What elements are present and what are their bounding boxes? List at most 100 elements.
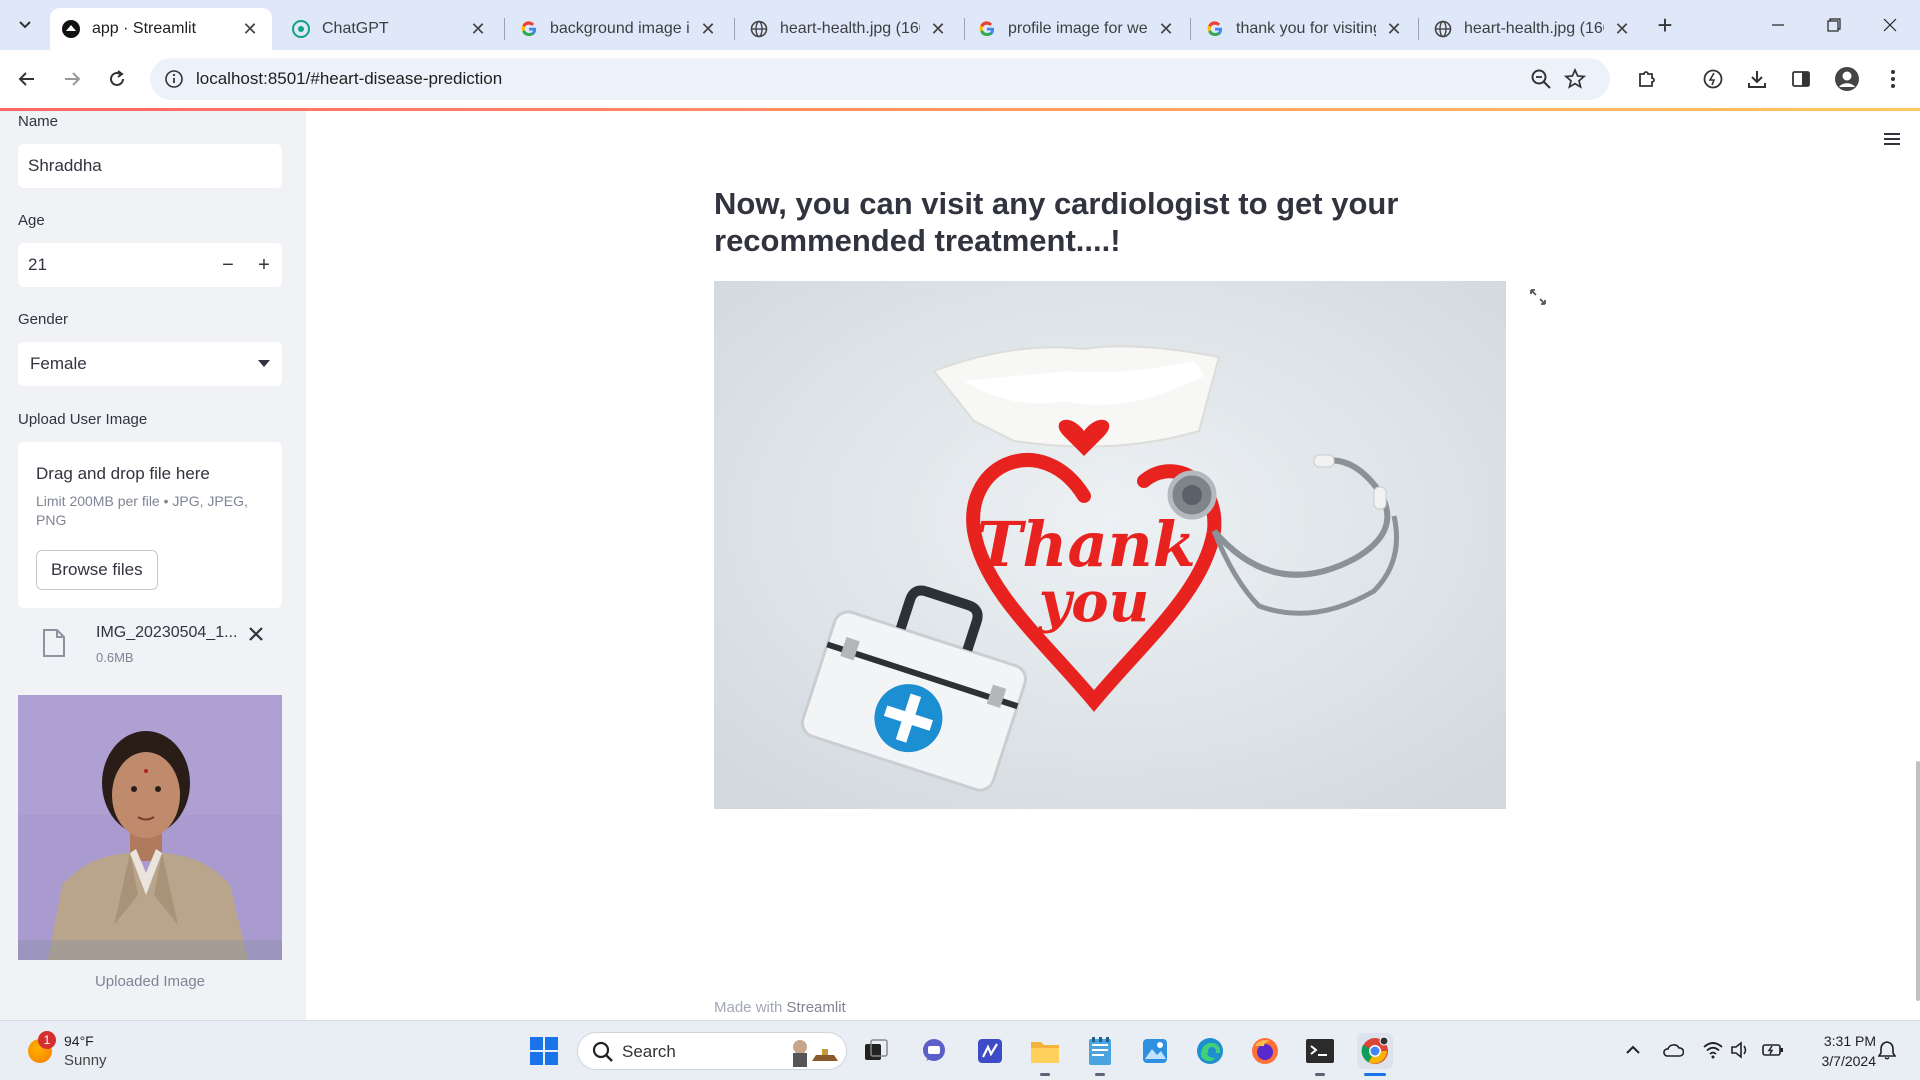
notifications-button[interactable] <box>1876 1039 1898 1061</box>
hamburger-icon <box>1884 133 1900 145</box>
search-icon <box>592 1041 613 1062</box>
photos-button[interactable] <box>1137 1033 1173 1069</box>
file-explorer-button[interactable] <box>1027 1033 1063 1069</box>
avatar-icon <box>1835 67 1859 91</box>
zoom-icon[interactable] <box>1530 68 1552 90</box>
close-icon[interactable]: ✕ <box>1156 19 1176 39</box>
decrement-button[interactable]: − <box>210 243 246 287</box>
url-text[interactable]: localhost:8501/#heart-disease-prediction <box>196 69 502 89</box>
edge-icon <box>1197 1038 1223 1064</box>
profile-button[interactable] <box>1834 66 1860 92</box>
start-button[interactable] <box>526 1033 562 1069</box>
volume-button[interactable] <box>1730 1039 1752 1061</box>
chevron-up-icon <box>1626 1045 1640 1054</box>
scrollbar[interactable] <box>1916 761 1920 1001</box>
system-clock[interactable]: 3:31 PM 3/7/2024 <box>1796 1031 1877 1071</box>
tab-separator <box>504 18 505 40</box>
uploaded-file: IMG_20230504_1... 0.6MB <box>18 620 282 680</box>
increment-button[interactable]: + <box>246 243 282 287</box>
teams-chat-button[interactable] <box>916 1033 952 1069</box>
show-hidden-icons-button[interactable] <box>1622 1039 1644 1061</box>
footer: Made with Streamlit <box>714 999 846 1016</box>
side-panel-button[interactable] <box>1788 66 1814 92</box>
notepad-button[interactable] <box>1082 1033 1118 1069</box>
age-value[interactable]: 21 <box>18 255 210 275</box>
info-icon[interactable] <box>164 69 184 89</box>
wifi-button[interactable] <box>1702 1039 1724 1061</box>
address-bar[interactable]: localhost:8501/#heart-disease-prediction <box>150 58 1610 100</box>
terminal-button[interactable] <box>1302 1033 1338 1069</box>
firefox-icon <box>1252 1038 1278 1064</box>
gender-value: Female <box>30 354 87 373</box>
running-indicator <box>1040 1073 1050 1076</box>
star-icon[interactable] <box>1564 68 1586 90</box>
age-number-input[interactable]: 21 − + <box>18 243 282 287</box>
tab-title: heart-health.jpg (160 <box>1464 20 1604 37</box>
tab-search-button[interactable] <box>8 8 42 42</box>
onedrive-button[interactable] <box>1662 1039 1684 1061</box>
footer-prefix: Made with <box>714 999 787 1016</box>
name-input[interactable]: Shraddha <box>18 144 282 188</box>
file-size: 0.6MB <box>96 650 134 665</box>
tab-title: ChatGPT <box>322 20 389 37</box>
chat-icon <box>923 1039 945 1061</box>
restore-button[interactable] <box>1806 0 1862 50</box>
close-icon[interactable]: ✕ <box>1612 19 1632 39</box>
whiteboard-button[interactable] <box>972 1033 1008 1069</box>
temperature: 94°F <box>64 1033 94 1049</box>
cloud-icon <box>1663 1044 1684 1057</box>
tab-strip: app · Streamlit ✕ ChatGPT ✕ background i… <box>0 0 1920 50</box>
performance-button[interactable] <box>1700 66 1726 92</box>
close-icon[interactable]: ✕ <box>468 19 488 39</box>
tab-separator <box>1190 18 1191 40</box>
tab-thank-you[interactable]: thank you for visiting ✕ <box>1194 8 1416 50</box>
weather-widget[interactable]: 1 94°F Sunny <box>24 1031 144 1071</box>
firefox-button[interactable] <box>1247 1033 1283 1069</box>
dropzone-limit: Limit 200MB per file • JPG, JPEG, PNG <box>36 493 248 528</box>
side-panel-icon <box>1792 71 1810 87</box>
close-icon[interactable]: ✕ <box>928 19 948 39</box>
tab-title: app · Streamlit <box>92 20 197 37</box>
taskbar-search[interactable]: Search <box>577 1032 847 1070</box>
new-tab-button[interactable]: + <box>1650 10 1680 40</box>
main-content: Now, you can visit any cardiologist to g… <box>306 111 1920 1020</box>
reload-button[interactable] <box>100 62 134 96</box>
photos-icon <box>1143 1039 1167 1063</box>
close-icon[interactable]: ✕ <box>698 19 718 39</box>
tab-background-image[interactable]: background image in ✕ <box>508 8 730 50</box>
browse-files-button[interactable]: Browse files <box>36 550 158 590</box>
tab-heart-health-2[interactable]: heart-health.jpg (160 ✕ <box>1422 8 1644 50</box>
tab-chatgpt[interactable]: ChatGPT ✕ <box>280 8 500 50</box>
gender-label: Gender <box>18 311 69 328</box>
reload-icon <box>110 70 124 86</box>
close-icon[interactable]: ✕ <box>1384 19 1404 39</box>
caret-down-icon <box>258 360 270 367</box>
browser-menu-button[interactable] <box>1880 66 1906 92</box>
browser-toolbar: localhost:8501/#heart-disease-prediction <box>0 50 1920 108</box>
tab-app-streamlit[interactable]: app · Streamlit ✕ <box>50 8 272 50</box>
streamlit-link[interactable]: Streamlit <box>787 999 846 1016</box>
app-menu-button[interactable] <box>1880 127 1904 151</box>
task-view-button[interactable] <box>858 1033 894 1069</box>
tab-separator <box>1418 18 1419 40</box>
edge-button[interactable] <box>1192 1033 1228 1069</box>
gender-select[interactable]: Female <box>18 342 282 386</box>
tab-heart-health-1[interactable]: heart-health.jpg (160 ✕ <box>738 8 960 50</box>
forward-button[interactable] <box>55 62 89 96</box>
minimize-button[interactable] <box>1750 0 1806 50</box>
extensions-button[interactable] <box>1634 66 1660 92</box>
chrome-icon <box>1361 1036 1389 1064</box>
downloads-button[interactable] <box>1744 66 1770 92</box>
upload-label: Upload User Image <box>18 411 148 428</box>
close-icon[interactable]: ✕ <box>240 19 260 39</box>
file-dropzone[interactable]: Drag and drop file here Limit 200MB per … <box>18 442 282 608</box>
fullscreen-button[interactable] <box>1528 287 1548 307</box>
tab-profile-image[interactable]: profile image for wel ✕ <box>966 8 1188 50</box>
battery-button[interactable] <box>1762 1039 1784 1061</box>
back-button[interactable] <box>10 62 44 96</box>
chrome-button[interactable] <box>1357 1033 1393 1069</box>
sidebar: Name Shraddha Age 21 − + Gender Female U… <box>0 111 306 1020</box>
window-close-button[interactable] <box>1862 0 1918 50</box>
streamlit-icon <box>62 20 80 38</box>
remove-file-button[interactable] <box>244 622 268 646</box>
